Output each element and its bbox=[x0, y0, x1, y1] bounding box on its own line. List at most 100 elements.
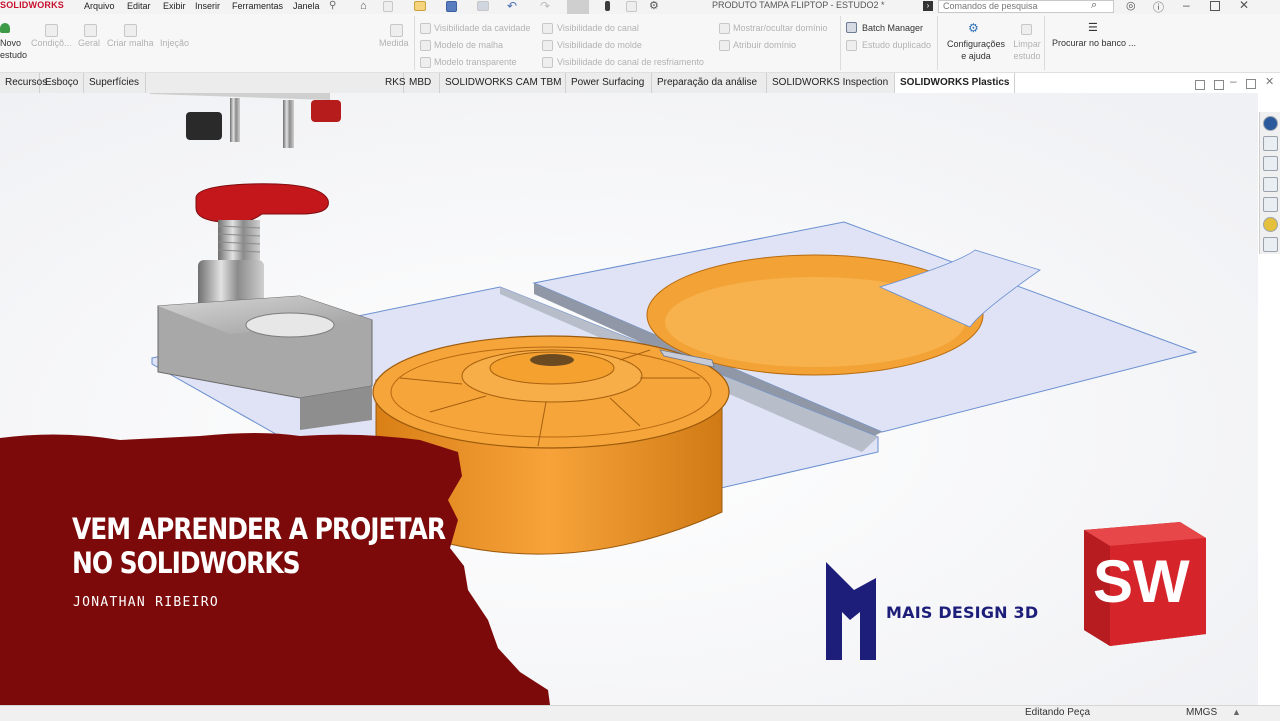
ribbon-separator bbox=[840, 16, 841, 70]
cavity-visibility-button[interactable]: Visibilidade da cavidade bbox=[434, 23, 530, 33]
tab-recursos[interactable]: Recursos bbox=[0, 73, 47, 93]
database-browse-icon: ☰ bbox=[1088, 22, 1098, 34]
viewport-minimize-icon[interactable]: – bbox=[1230, 74, 1237, 88]
cooling-channel-icon bbox=[542, 57, 553, 68]
batch-manager-button[interactable]: Batch Manager bbox=[862, 23, 923, 33]
unit-system[interactable]: MMGS bbox=[1186, 707, 1217, 718]
search-input[interactable]: Comandos de pesquisa ⌕ bbox=[938, 0, 1114, 13]
undo-icon[interactable]: ↶ bbox=[507, 0, 517, 13]
traffic-light-icon[interactable] bbox=[605, 1, 610, 11]
mold-visibility-icon bbox=[542, 40, 553, 51]
measure-button[interactable]: Medida bbox=[379, 38, 409, 48]
save-icon[interactable] bbox=[446, 1, 457, 12]
browse-database-button[interactable]: Procurar no banco ... bbox=[1052, 38, 1136, 48]
clear-study-button[interactable]: Limpar estudo bbox=[1011, 38, 1043, 62]
print-icon[interactable] bbox=[477, 1, 489, 11]
tab-solidworks-plastics[interactable]: SOLIDWORKS Plastics bbox=[895, 73, 1015, 93]
viewport-maximize-icon[interactable] bbox=[1246, 79, 1256, 89]
duplicate-study-button[interactable]: Estudo duplicado bbox=[862, 40, 931, 50]
headline: VEM APRENDER A PROJETAR NO SOLIDWORKS bbox=[72, 512, 446, 580]
ejector-pin bbox=[283, 100, 294, 148]
appearances-icon[interactable] bbox=[1263, 217, 1278, 232]
file-explorer-icon[interactable] bbox=[1263, 177, 1278, 192]
mesh-model-button[interactable]: Modelo de malha bbox=[434, 40, 503, 50]
duplicate-study-icon bbox=[846, 40, 857, 51]
close-icon[interactable]: ✕ bbox=[1239, 0, 1249, 12]
tab-partial[interactable]: RKS bbox=[380, 73, 406, 93]
custom-properties-icon[interactable] bbox=[1263, 237, 1278, 252]
tab-solidworks-inspection[interactable]: SOLIDWORKS Inspection bbox=[767, 73, 895, 93]
tab-esboco[interactable]: Esboço bbox=[40, 73, 84, 93]
brand-name: MAIS DESIGN 3D bbox=[886, 603, 1039, 622]
viewport-restore-icon[interactable] bbox=[1214, 80, 1224, 90]
file-properties-icon[interactable] bbox=[626, 1, 637, 12]
new-study-button[interactable]: Novo estudo bbox=[0, 37, 27, 61]
menu-janela[interactable]: Janela bbox=[293, 1, 320, 11]
general-icon bbox=[84, 24, 97, 37]
menu-ferramentas[interactable]: Ferramentas bbox=[232, 1, 283, 11]
select-arrow-button[interactable] bbox=[567, 0, 589, 14]
batch-manager-icon bbox=[846, 22, 857, 33]
search-placeholder: Comandos de pesquisa bbox=[943, 1, 1038, 11]
tab-mbd[interactable]: MBD bbox=[404, 73, 440, 93]
view-palette-icon[interactable] bbox=[1263, 197, 1278, 212]
channel-visibility-button[interactable]: Visibilidade do canal bbox=[557, 23, 639, 33]
gear-icon[interactable]: ⚙ bbox=[649, 0, 659, 12]
settings-help-icon: ⚙ bbox=[968, 21, 979, 35]
command-search-icon: › bbox=[923, 1, 933, 11]
menu-editar[interactable]: Editar bbox=[127, 1, 151, 11]
pin-icon[interactable]: ⚲ bbox=[329, 0, 336, 11]
home-icon[interactable] bbox=[1263, 136, 1278, 151]
solidworks-logo-letters: SW bbox=[1093, 548, 1190, 615]
create-mesh-icon bbox=[124, 24, 137, 37]
status-chevron-icon[interactable]: ▲ bbox=[1232, 707, 1241, 717]
new-study-icon bbox=[0, 23, 10, 33]
headline-line-2: NO SOLIDWORKS bbox=[72, 546, 301, 580]
fixture-pocket bbox=[245, 312, 335, 338]
part-center-hole bbox=[530, 354, 574, 366]
status-mode: Editando Peça bbox=[1025, 707, 1091, 718]
app-logo[interactable]: SOLIDWORKS bbox=[0, 0, 64, 10]
document-title: PRODUTO TAMPA FLIPTOP - ESTUDO2 * bbox=[712, 0, 885, 10]
ejector-block-left bbox=[186, 112, 222, 140]
settings-help-button[interactable]: Configurações e ajuda bbox=[944, 38, 1008, 62]
solidworks-resources-icon[interactable] bbox=[1263, 116, 1278, 131]
menu-exibir[interactable]: Exibir bbox=[163, 1, 186, 11]
author-name: JONATHAN RIBEIRO bbox=[73, 595, 220, 610]
tab-preparacao-analise[interactable]: Preparação da análise bbox=[652, 73, 767, 93]
boundary-conditions-icon bbox=[45, 24, 58, 37]
viewport-close-icon[interactable]: ✕ bbox=[1265, 75, 1274, 88]
menu-inserir[interactable]: Inserir bbox=[195, 1, 220, 11]
assign-domain-icon bbox=[719, 40, 730, 51]
help-icon[interactable]: ⓘ bbox=[1153, 0, 1164, 15]
measure-icon bbox=[390, 24, 403, 37]
injection-button[interactable]: Injeção bbox=[160, 38, 189, 48]
general-button[interactable]: Geral bbox=[78, 38, 100, 48]
clear-study-icon bbox=[1021, 24, 1032, 35]
cooling-channel-visibility-button[interactable]: Visibilidade do canal de resfriamento bbox=[557, 57, 704, 67]
tab-superficies[interactable]: Superfícies bbox=[84, 73, 146, 93]
create-mesh-button[interactable]: Criar malha bbox=[107, 38, 154, 48]
open-folder-icon[interactable] bbox=[414, 1, 426, 11]
show-hide-domain-icon bbox=[719, 23, 730, 34]
user-icon[interactable]: ◎ bbox=[1126, 0, 1136, 12]
design-library-icon[interactable] bbox=[1263, 156, 1278, 171]
redo-icon[interactable]: ↷ bbox=[540, 0, 550, 13]
assign-domain-button[interactable]: Atribuir domínio bbox=[733, 40, 796, 50]
transparent-model-button[interactable]: Modelo transparente bbox=[434, 57, 517, 67]
show-hide-domain-button[interactable]: Mostrar/ocultar domínio bbox=[733, 23, 828, 33]
search-icon[interactable]: ⌕ bbox=[1091, 0, 1097, 12]
boundary-conditions-button[interactable]: Condiçõ... bbox=[31, 38, 72, 48]
new-document-icon[interactable] bbox=[383, 1, 393, 12]
menu-arquivo[interactable]: Arquivo bbox=[84, 1, 115, 11]
viewport-tile-icon[interactable] bbox=[1195, 80, 1205, 90]
mais-design-logo-mark bbox=[826, 562, 876, 660]
mold-visibility-button[interactable]: Visibilidade do molde bbox=[557, 40, 642, 50]
status-bar: Editando Peça MMGS ▲ bbox=[0, 705, 1280, 721]
tab-power-surfacing[interactable]: Power Surfacing bbox=[566, 73, 652, 93]
tab-solidworks-cam-tbm[interactable]: SOLIDWORKS CAM TBM bbox=[440, 73, 566, 93]
ribbon-separator bbox=[937, 16, 938, 70]
home-icon[interactable]: ⌂ bbox=[360, 0, 367, 12]
restore-icon[interactable] bbox=[1210, 1, 1220, 11]
minimize-icon[interactable]: – bbox=[1183, 0, 1190, 12]
